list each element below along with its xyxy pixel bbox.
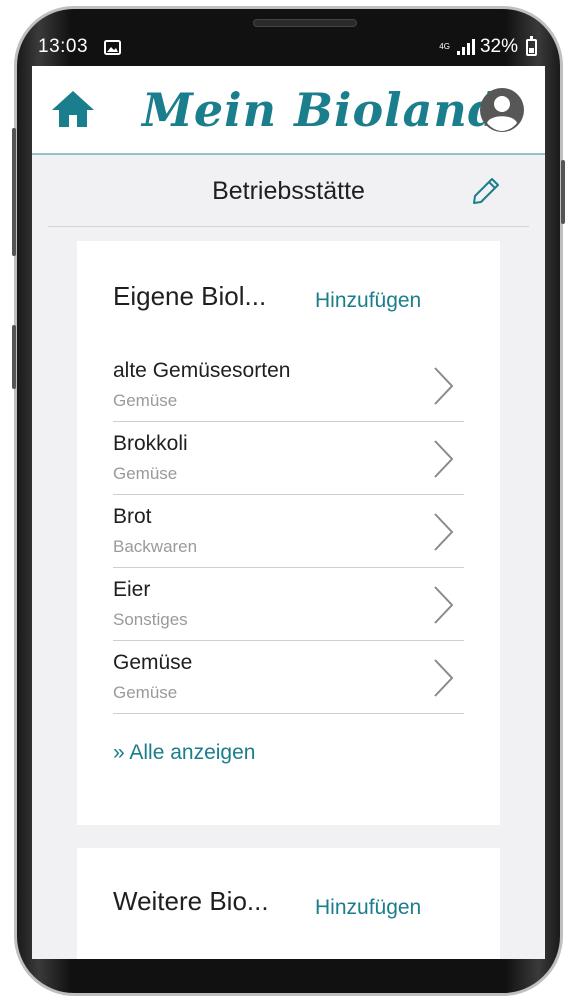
earpiece-speaker [253, 19, 357, 27]
battery-percent: 32% [479, 36, 518, 57]
section-title: Betriebsstätte [212, 177, 365, 205]
list-item[interactable]: Brokkoli Gemüse [113, 422, 464, 495]
app-logo: Mein Bioland [142, 83, 502, 137]
product-category: Sonstiges [113, 610, 188, 629]
volume-button [12, 128, 16, 256]
status-right: 4G 32% [439, 35, 537, 58]
add-more-product-button[interactable]: Hinzufügen [315, 896, 421, 920]
product-name: alte Gemüsesorten [113, 359, 291, 382]
chevron-right-icon [434, 659, 454, 697]
app-screen: Mein Bioland Betriebsstätte Eigene Biol.… [32, 66, 545, 959]
bixby-button [12, 325, 16, 389]
own-products-title: Eigene Biol... [113, 281, 267, 311]
power-button [561, 160, 565, 224]
network-type-label: 4G [439, 42, 450, 51]
section-header: Betriebsstätte [48, 155, 529, 227]
list-item[interactable]: Gemüse Gemüse [113, 641, 464, 714]
list-item[interactable]: Brot Backwaren [113, 495, 464, 568]
image-notification-icon [104, 40, 121, 55]
product-category: Gemüse [113, 464, 178, 483]
product-name: Eier [113, 578, 151, 601]
chevron-right-icon [434, 513, 454, 551]
account-circle-icon[interactable] [479, 87, 525, 133]
own-products-card: Eigene Biol... Hinzufügen alte Gemüsesor… [77, 241, 500, 825]
signal-icon [456, 39, 475, 55]
product-category: Gemüse [113, 391, 178, 410]
product-category: Backwaren [113, 537, 198, 556]
product-category: Gemüse [113, 683, 178, 702]
chevron-right-icon [434, 440, 454, 478]
app-header: Mein Bioland [32, 66, 545, 155]
list-item[interactable]: Eier Sonstiges [113, 568, 464, 641]
show-all-link[interactable]: » Alle anzeigen [113, 741, 255, 765]
chevron-right-icon [434, 367, 454, 405]
list-item[interactable]: alte Gemüsesorten Gemüse [113, 349, 464, 422]
status-time: 13:03 [38, 36, 89, 57]
battery-icon [526, 35, 537, 56]
product-name: Gemüse [113, 651, 193, 674]
more-products-title: Weitere Bio... [113, 886, 269, 916]
pencil-icon[interactable] [470, 175, 502, 207]
status-bar: 13:03 4G 32% [32, 30, 545, 66]
product-list: alte Gemüsesorten Gemüse Brokkoli Gemüse… [113, 349, 464, 714]
add-product-button[interactable]: Hinzufügen [315, 289, 421, 313]
product-name: Brokkoli [113, 432, 188, 455]
more-products-card: Weitere Bio... Hinzufügen [77, 848, 500, 959]
chevron-right-icon [434, 586, 454, 624]
product-name: Brot [113, 505, 152, 528]
home-icon[interactable] [51, 90, 95, 128]
